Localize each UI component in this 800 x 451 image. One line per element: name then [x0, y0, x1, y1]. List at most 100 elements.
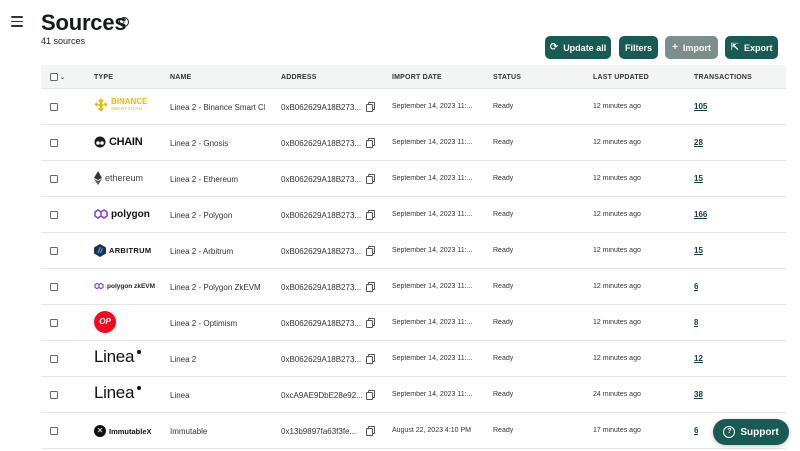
transactions-link[interactable]: 38	[694, 390, 703, 399]
table-row[interactable]: ✕ ImmutableX Immutable 0x13b9897fa63f3fe…	[41, 413, 786, 449]
update-all-button[interactable]: ⟳ Update all	[545, 36, 611, 59]
last-updated: 12 minutes ago	[593, 211, 641, 218]
page-title: Sources	[41, 10, 127, 35]
help-icon[interactable]: ?	[119, 17, 129, 27]
last-updated: 12 minutes ago	[593, 247, 641, 254]
import-date: September 14, 2023 11:...	[392, 175, 473, 182]
row-checkbox[interactable]	[50, 175, 58, 183]
source-name: Linea 2 - Polygon ZkEVM	[170, 283, 261, 292]
import-date: September 14, 2023 11:...	[392, 391, 473, 398]
arbitrum-logo-icon: ARBITRUM	[94, 244, 151, 257]
ethereum-logo-icon: ethereum	[94, 171, 143, 185]
table-header: ⌄ TYPE NAME ADDRESS IMPORT DATE STATUS L…	[41, 65, 786, 89]
support-button[interactable]: ? Support	[713, 419, 789, 445]
header-last-updated: LAST UPDATED	[593, 74, 649, 81]
table-row[interactable]: BINANCE SMART CHAIN Linea 2 - Binance Sm…	[41, 89, 786, 125]
copy-icon[interactable]	[366, 246, 375, 256]
source-address: 0xB062629A18B273...	[281, 103, 362, 112]
source-address: 0xB062629A18B273...	[281, 319, 362, 328]
copy-icon[interactable]	[366, 138, 375, 148]
table-row[interactable]: ARBITRUM Linea 2 - Arbitrum 0xB062629A18…	[41, 233, 786, 269]
immutablex-logo-icon: ✕ ImmutableX	[94, 425, 152, 437]
last-updated: 12 minutes ago	[593, 283, 641, 290]
source-address: 0xB062629A18B273...	[281, 211, 362, 220]
status-text: Ready	[493, 427, 514, 434]
status-text: Ready	[493, 247, 514, 254]
transactions-link[interactable]: 28	[694, 138, 703, 147]
source-address: 0xB062629A18B273...	[281, 247, 362, 256]
table-row[interactable]: OP Linea 2 - Optimism 0xB062629A18B273..…	[41, 305, 786, 341]
transactions-link[interactable]: 6	[694, 426, 698, 435]
copy-icon[interactable]	[366, 174, 375, 184]
import-date: September 14, 2023 11:...	[392, 319, 473, 326]
transactions-link[interactable]: 12	[694, 354, 703, 363]
last-updated: 12 minutes ago	[593, 103, 641, 110]
copy-icon[interactable]	[366, 102, 375, 112]
header-import-date: IMPORT DATE	[392, 74, 442, 81]
polygon-logo-icon: polygon	[94, 208, 150, 220]
row-checkbox[interactable]	[50, 103, 58, 111]
status-text: Ready	[493, 319, 514, 326]
table-row[interactable]: ethereum Linea 2 - Ethereum 0xB062629A18…	[41, 161, 786, 197]
export-label: Export	[743, 42, 773, 53]
table-row[interactable]: Linea Linea 2 0xB062629A18B273... Septem…	[41, 341, 786, 377]
import-date: September 14, 2023 11:...	[392, 247, 473, 254]
copy-icon[interactable]	[366, 354, 375, 364]
row-checkbox[interactable]	[50, 355, 58, 363]
copy-icon[interactable]	[366, 390, 375, 400]
import-date: September 14, 2023 11:...	[392, 103, 473, 110]
transactions-link[interactable]: 6	[694, 282, 698, 291]
header-address: ADDRESS	[281, 74, 317, 81]
transactions-link[interactable]: 15	[694, 174, 703, 183]
source-name: Linea 2	[170, 355, 197, 364]
menu-icon[interactable]	[11, 16, 23, 28]
copy-icon[interactable]	[366, 210, 375, 220]
filters-button[interactable]: Filters	[619, 36, 658, 59]
import-date: September 14, 2023 11:...	[392, 283, 473, 290]
status-text: Ready	[493, 391, 514, 398]
export-button[interactable]: ⇱ Export	[725, 36, 778, 59]
status-text: Ready	[493, 139, 514, 146]
transactions-link[interactable]: 8	[694, 318, 698, 327]
source-address: 0xB062629A18B273...	[281, 283, 362, 292]
row-checkbox[interactable]	[50, 391, 58, 399]
last-updated: 12 minutes ago	[593, 355, 641, 362]
linea-logo-icon: Linea	[94, 383, 142, 403]
header-name: NAME	[170, 74, 192, 81]
row-checkbox[interactable]	[50, 319, 58, 327]
status-text: Ready	[493, 283, 514, 290]
copy-icon[interactable]	[366, 282, 375, 292]
transactions-link[interactable]: 105	[694, 102, 707, 111]
plus-icon: +	[672, 42, 678, 53]
row-checkbox[interactable]	[50, 211, 58, 219]
header-status: STATUS	[493, 74, 522, 81]
transactions-link[interactable]: 166	[694, 210, 707, 219]
source-address: 0x13b9897fa63f3fe...	[281, 427, 357, 436]
row-checkbox[interactable]	[50, 247, 58, 255]
row-checkbox[interactable]	[50, 427, 58, 435]
row-checkbox[interactable]	[50, 139, 58, 147]
support-label: Support	[740, 426, 779, 438]
help-circle-icon: ?	[723, 426, 736, 438]
optimism-logo-icon: OP	[94, 311, 116, 333]
binance-logo-icon: BINANCE SMART CHAIN	[94, 98, 147, 112]
copy-icon[interactable]	[366, 426, 375, 436]
table-row[interactable]: Linea Linea 0xcA9AE9DbE28e92... Septembe…	[41, 377, 786, 413]
chevron-down-icon[interactable]: ⌄	[60, 74, 65, 81]
table-row[interactable]: polygon Linea 2 - Polygon 0xB062629A18B2…	[41, 197, 786, 233]
table-row[interactable]: CHAIN Linea 2 - Gnosis 0xB062629A18B273.…	[41, 125, 786, 161]
last-updated: 12 minutes ago	[593, 175, 641, 182]
import-date: August 22, 2023 4:10 PM	[392, 427, 471, 434]
import-button[interactable]: + Import	[665, 36, 718, 59]
export-icon: ⇱	[730, 42, 739, 53]
copy-icon[interactable]	[366, 318, 375, 328]
import-label: Import	[682, 42, 711, 53]
last-updated: 12 minutes ago	[593, 139, 641, 146]
select-all-checkbox[interactable]	[50, 73, 58, 81]
row-checkbox[interactable]	[50, 283, 58, 291]
status-text: Ready	[493, 175, 514, 182]
transactions-link[interactable]: 15	[694, 246, 703, 255]
table-row[interactable]: polygon zkEVM Linea 2 - Polygon ZkEVM 0x…	[41, 269, 786, 305]
source-name: Immutable	[170, 427, 208, 436]
header-type: TYPE	[94, 74, 114, 81]
